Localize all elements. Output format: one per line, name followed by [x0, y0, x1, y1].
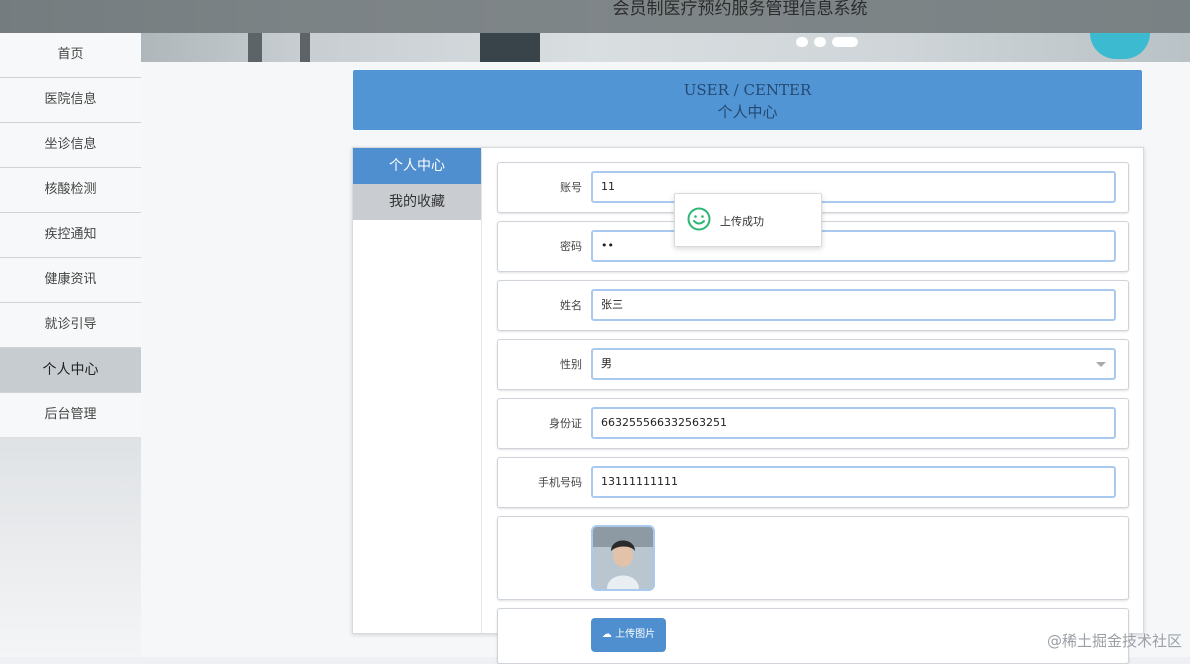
- form-row-avatar: [497, 516, 1129, 600]
- carousel-indicators[interactable]: [796, 37, 858, 47]
- main-content: USER / CENTER 个人中心 个人中心 我的收藏 账号 11 密码 ••…: [141, 62, 1190, 664]
- top-banner: 会员制医疗预约服务管理信息系统: [0, 0, 1190, 62]
- page-header: USER / CENTER 个人中心: [353, 70, 1142, 130]
- form-row-upload: ☁ 上传图片: [497, 608, 1129, 664]
- id-card-label: 身份证: [549, 417, 582, 430]
- phone-label: 手机号码: [538, 476, 582, 489]
- password-label: 密码: [560, 240, 582, 253]
- sidebar-item-hospital-info[interactable]: 医院信息: [0, 78, 141, 123]
- upload-button-label: 上传图片: [615, 629, 656, 640]
- toast-message: 上传成功: [720, 215, 764, 228]
- banner-decoration: [300, 33, 310, 62]
- gender-value: 男: [601, 357, 612, 370]
- name-input[interactable]: 张三: [591, 289, 1116, 321]
- success-toast: 上传成功: [674, 193, 822, 247]
- avatar-photo: [593, 527, 653, 589]
- carousel-dot[interactable]: [814, 37, 826, 47]
- sidebar-background: [0, 437, 141, 657]
- sidebar-item-personal-center[interactable]: 个人中心: [0, 348, 141, 393]
- sidebar-item-health-news[interactable]: 健康资讯: [0, 258, 141, 303]
- profile-tabs: 个人中心 我的收藏: [353, 148, 482, 633]
- tab-my-favorites[interactable]: 我的收藏: [353, 184, 481, 220]
- sidebar-item-clinic-info[interactable]: 坐诊信息: [0, 123, 141, 168]
- form-row-gender: 性别 男: [497, 339, 1129, 390]
- avatar[interactable]: [591, 525, 655, 591]
- sidebar-item-admin[interactable]: 后台管理: [0, 393, 141, 438]
- form-row-id-card: 身份证 663255566332563251: [497, 398, 1129, 449]
- carousel-dot[interactable]: [796, 37, 808, 47]
- sidebar-item-cdc-notice[interactable]: 疾控通知: [0, 213, 141, 258]
- account-label: 账号: [560, 181, 582, 194]
- sidebar-item-home[interactable]: 首页: [0, 33, 141, 78]
- sidebar-nav: 首页 医院信息 坐诊信息 核酸检测 疾控通知 健康资讯 就诊引导 个人中心 后台…: [0, 33, 141, 438]
- carousel-dot-active[interactable]: [832, 37, 858, 47]
- form-row-phone: 手机号码 13111111111: [497, 457, 1129, 508]
- banner-decoration: [248, 33, 262, 62]
- phone-input[interactable]: 13111111111: [591, 466, 1116, 498]
- gender-select[interactable]: 男: [591, 348, 1116, 380]
- name-label: 姓名: [560, 299, 582, 312]
- smile-icon: [687, 207, 711, 231]
- tab-personal-center[interactable]: 个人中心: [353, 148, 481, 184]
- page-header-cn: 个人中心: [717, 103, 778, 121]
- id-card-input[interactable]: 663255566332563251: [591, 407, 1116, 439]
- system-title: 会员制医疗预约服务管理信息系统: [612, 0, 868, 19]
- gender-label: 性别: [560, 358, 582, 371]
- account-input[interactable]: 11: [591, 171, 1116, 203]
- cloud-upload-icon: ☁: [601, 629, 612, 640]
- banner-decoration: [1090, 33, 1150, 59]
- sidebar-item-visit-guide[interactable]: 就诊引导: [0, 303, 141, 348]
- sidebar-item-nucleic-test[interactable]: 核酸检测: [0, 168, 141, 213]
- upload-image-button[interactable]: ☁ 上传图片: [591, 618, 666, 652]
- watermark: @稀土掘金技术社区: [1046, 632, 1182, 650]
- password-input[interactable]: ••: [591, 230, 1116, 262]
- page-header-en: USER / CENTER: [683, 81, 812, 99]
- form-row-name: 姓名 张三: [497, 280, 1129, 331]
- chevron-down-icon[interactable]: [1096, 362, 1106, 367]
- banner-decoration: [480, 33, 540, 62]
